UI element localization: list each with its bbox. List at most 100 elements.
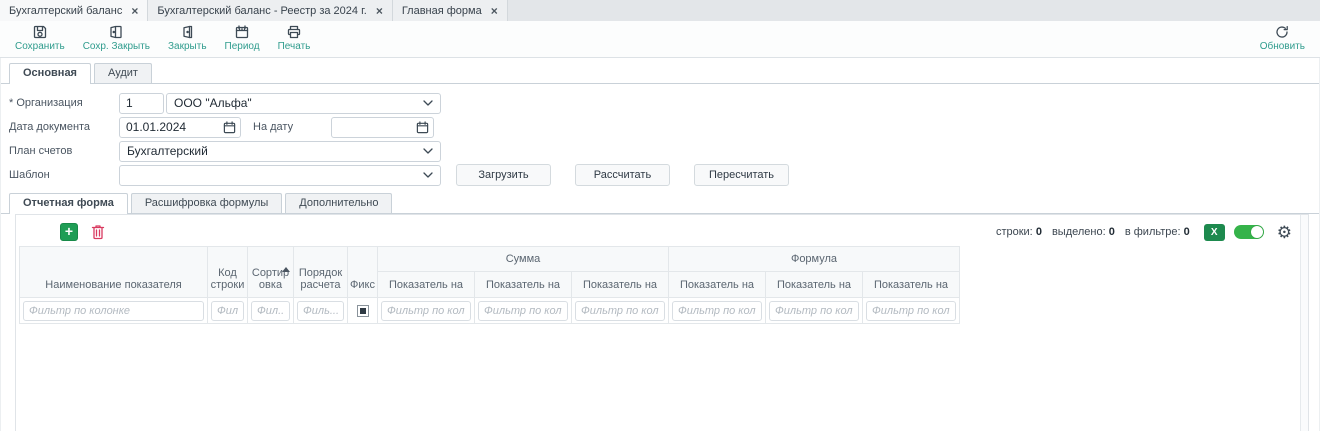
filter-cell-indicator xyxy=(378,298,475,324)
content-frame: Основная Аудит * Организация ООО "Альфа"… xyxy=(0,58,1320,431)
trash-icon xyxy=(91,224,105,240)
delete-row-button[interactable] xyxy=(91,224,105,240)
printer-icon xyxy=(286,24,302,40)
toolbar-button-label: Период xyxy=(225,41,260,52)
column-header-label: Показатель на xyxy=(777,279,851,291)
column-header-label: Наименование показателя xyxy=(45,279,181,291)
chart-of-accounts-row: План счетов Бухгалтерский xyxy=(9,140,1319,162)
add-row-button[interactable]: + xyxy=(60,223,78,241)
filter-input-sorting[interactable] xyxy=(251,301,290,321)
refresh-button[interactable]: Обновить xyxy=(1251,24,1314,52)
window-tab-registry[interactable]: Бухгалтерский баланс - Реестр за 2024 г.… xyxy=(148,0,392,21)
filter-cell-name xyxy=(20,298,208,324)
column-header-name[interactable]: Наименование показателя xyxy=(20,247,208,298)
main-tabstrip: Основная Аудит xyxy=(1,63,1319,84)
column-header-sorting[interactable]: Сортировка xyxy=(248,247,294,298)
close-door-icon xyxy=(179,24,195,40)
filter-input-indicator[interactable] xyxy=(866,301,956,321)
template-row: Шаблон Загрузить Рассчитать Пересчитать xyxy=(9,164,1319,186)
load-button[interactable]: Загрузить xyxy=(456,164,551,186)
toolbar-button-label: Сохр. Закрыть xyxy=(83,41,150,52)
rows-count: строки: 0 xyxy=(996,226,1042,238)
toolbar-button-label: Обновить xyxy=(1260,41,1305,52)
chart-of-accounts-select[interactable]: Бухгалтерский xyxy=(119,141,441,162)
filter-input-indicator[interactable] xyxy=(478,301,568,321)
window-tab-label: Бухгалтерский баланс - Реестр за 2024 г. xyxy=(157,5,366,17)
tab-report-form[interactable]: Отчетная форма xyxy=(9,193,128,214)
column-header-calc-order[interactable]: Порядок расчета xyxy=(294,247,348,298)
filter-cell-row-code xyxy=(208,298,248,324)
calculate-button[interactable]: Рассчитать xyxy=(575,164,670,186)
column-header-indicator[interactable]: Показатель на xyxy=(766,272,863,298)
column-header-indicator[interactable]: Показатель на xyxy=(669,272,766,298)
template-select[interactable] xyxy=(119,165,441,186)
close-button[interactable]: Закрыть xyxy=(159,24,216,52)
filter-input-indicator[interactable] xyxy=(769,301,859,321)
tab-additional[interactable]: Дополнительно xyxy=(285,193,392,213)
tab-audit[interactable]: Аудит xyxy=(94,63,152,83)
window-tab-label: Главная форма xyxy=(402,5,482,17)
column-header-fix[interactable]: Фикс xyxy=(348,247,378,298)
grid-status-cluster: строки: 0 выделено: 0 в фильтре: 0 X ⚙ xyxy=(996,224,1292,241)
column-header-indicator[interactable]: Показатель на xyxy=(863,272,960,298)
filter-toggle[interactable] xyxy=(1234,225,1264,239)
organization-code-field[interactable] xyxy=(119,93,164,114)
toolbar-button-label: Печать xyxy=(278,41,311,52)
tab-main[interactable]: Основная xyxy=(9,63,91,84)
close-icon[interactable]: × xyxy=(491,5,498,17)
excel-export-icon[interactable]: X xyxy=(1204,224,1225,241)
filter-input-row-code[interactable] xyxy=(211,301,244,321)
organization-select[interactable]: ООО "Альфа" xyxy=(166,93,441,114)
save-button[interactable]: Сохранить xyxy=(6,24,74,52)
column-header-label: Показатель на xyxy=(874,279,948,291)
window-tab-main-form[interactable]: Главная форма × xyxy=(393,0,508,21)
toggle-knob xyxy=(1251,226,1263,238)
filter-input-indicator[interactable] xyxy=(575,301,665,321)
organization-label: * Организация xyxy=(9,97,119,109)
filter-cell-indicator xyxy=(572,298,669,324)
filter-cell-fix xyxy=(348,298,378,324)
template-label: Шаблон xyxy=(9,169,119,181)
grid-toolbar: + строки: 0 выделено: 0 в фильтре: 0 X ⚙ xyxy=(16,215,1308,246)
doc-date-field[interactable] xyxy=(119,117,241,138)
filter-input-indicator[interactable] xyxy=(672,301,762,321)
tab-formula-decode[interactable]: Расшифровка формулы xyxy=(131,193,282,213)
column-header-label: Показатель на xyxy=(583,279,657,291)
fix-filter-checkbox[interactable] xyxy=(357,305,369,317)
doc-date-picker xyxy=(119,117,241,138)
filter-cell-indicator xyxy=(766,298,863,324)
date-row: Дата документа На дату xyxy=(9,116,1319,138)
filter-cell-sorting xyxy=(248,298,294,324)
column-header-label: Показатель на xyxy=(486,279,560,291)
window-tab-label: Бухгалтерский баланс xyxy=(9,5,122,17)
period-button[interactable]: Период xyxy=(216,24,269,52)
toolbar: Сохранить Сохр. Закрыть Закрыть Период xyxy=(0,21,1320,58)
recalculate-button[interactable]: Пересчитать xyxy=(694,164,789,186)
column-group-label: Формула xyxy=(791,253,837,265)
chevron-down-icon xyxy=(423,172,433,178)
filter-input-calc-order[interactable] xyxy=(297,301,344,321)
on-date-picker xyxy=(331,117,434,138)
organization-select-value: ООО "Альфа" xyxy=(174,96,252,110)
organization-row: * Организация ООО "Альфа" xyxy=(9,92,1319,114)
close-icon[interactable]: × xyxy=(376,5,383,17)
chevron-down-icon xyxy=(423,148,433,154)
print-button[interactable]: Печать xyxy=(269,24,320,52)
column-header-row-code[interactable]: Код строки xyxy=(208,247,248,298)
filter-input-name[interactable] xyxy=(23,301,204,321)
window-tab-balance[interactable]: Бухгалтерский баланс × xyxy=(0,0,148,21)
report-tabstrip: Отчетная форма Расшифровка формулы Допол… xyxy=(1,193,1319,214)
report-grid: Наименование показателя Код строки Сорти… xyxy=(19,246,960,324)
column-header-indicator[interactable]: Показатель на xyxy=(475,272,572,298)
filter-input-indicator[interactable] xyxy=(381,301,471,321)
save-close-button[interactable]: Сохр. Закрыть xyxy=(74,24,159,52)
close-icon[interactable]: × xyxy=(131,5,138,17)
grid-panel: + строки: 0 выделено: 0 в фильтре: 0 X ⚙ xyxy=(15,214,1309,431)
column-header-indicator[interactable]: Показатель на xyxy=(378,272,475,298)
on-date-field[interactable] xyxy=(331,117,434,138)
column-header-indicator[interactable]: Показатель на xyxy=(572,272,669,298)
vertical-scrollbar[interactable] xyxy=(1300,215,1308,431)
doc-date-label: Дата документа xyxy=(9,121,119,133)
chevron-down-icon xyxy=(423,100,433,106)
gear-icon[interactable]: ⚙ xyxy=(1277,224,1292,241)
